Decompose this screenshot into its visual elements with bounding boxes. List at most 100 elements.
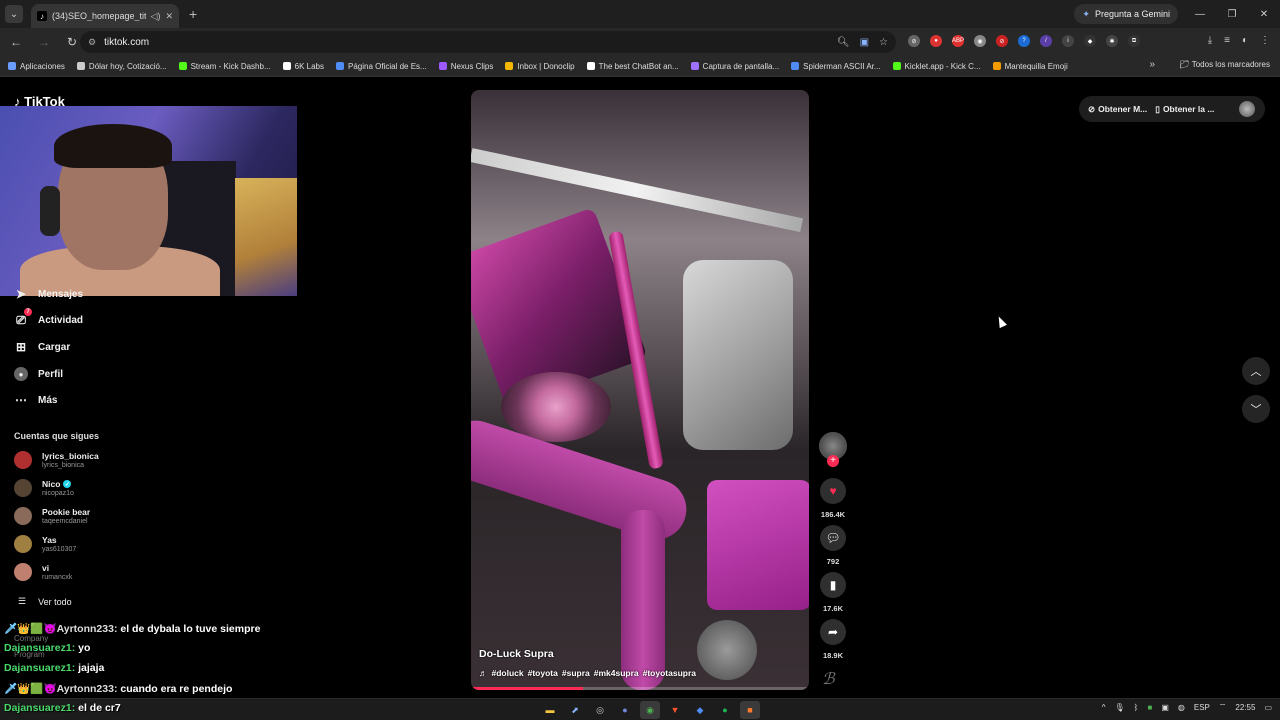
- app-icon[interactable]: ◎: [590, 701, 610, 719]
- menu-kebab-icon[interactable]: ⋮: [1260, 35, 1270, 46]
- steam-icon[interactable]: ■: [740, 701, 760, 719]
- next-video-button[interactable]: ﹀: [1242, 395, 1270, 423]
- more-bookmarks-icon[interactable]: »: [1149, 59, 1155, 70]
- gemini-button[interactable]: ✦ Pregunta a Gemini: [1074, 4, 1178, 24]
- extension-icon[interactable]: /: [1040, 35, 1052, 47]
- following-account[interactable]: vi rumancxk: [14, 563, 72, 581]
- extension-icon[interactable]: ⊘: [996, 35, 1008, 47]
- info-icon[interactable]: i: [1062, 35, 1074, 47]
- video-author-title[interactable]: Do-Luck Supra: [479, 648, 554, 660]
- comment-button[interactable]: 💬︎ 792: [818, 525, 848, 566]
- notifications-icon[interactable]: ▭: [1264, 703, 1272, 712]
- extension-icon[interactable]: ●: [930, 35, 942, 47]
- browser-tab[interactable]: ♪ (34)SEO_homepage_title ◁) ✕: [31, 4, 179, 28]
- following-account[interactable]: Pookie bear taqeemcdaniel: [14, 507, 90, 525]
- microphone-icon[interactable]: 🎙︎: [1115, 703, 1125, 712]
- user-avatar[interactable]: [1239, 101, 1255, 117]
- minimize-button[interactable]: —: [1184, 0, 1216, 28]
- clock[interactable]: 22:55: [1235, 703, 1255, 712]
- previous-video-button[interactable]: ︿: [1242, 357, 1270, 385]
- new-tab-button[interactable]: +: [189, 6, 197, 22]
- tray-app-icon[interactable]: ◍: [1178, 703, 1185, 712]
- more-icon: ⋯: [15, 393, 27, 407]
- nav-profile[interactable]: ● Perfil: [14, 367, 63, 381]
- following-account[interactable]: lyrics_bionica lyrics_bionica: [14, 451, 99, 469]
- app-icon[interactable]: ⬈: [565, 701, 585, 719]
- chevron-up-icon[interactable]: ^: [1102, 703, 1106, 712]
- following-account[interactable]: Nico ✓ nicopaz1o: [14, 479, 74, 497]
- like-button[interactable]: ♥ 186.4K: [818, 478, 848, 519]
- all-bookmarks-button[interactable]: 📁︎ Todos los marcadores: [1180, 60, 1271, 69]
- nav-more[interactable]: ⋯ Más: [14, 393, 57, 407]
- profile-avatar-icon[interactable]: ◐: [1242, 35, 1248, 46]
- nav-upload[interactable]: ⊞ Cargar: [14, 340, 70, 354]
- bookmark-item[interactable]: Nexus Clips: [438, 62, 493, 71]
- close-tab-icon[interactable]: ✕: [165, 11, 173, 22]
- hashtag[interactable]: #doluck: [492, 668, 524, 678]
- bookmark-star-icon[interactable]: ☆: [879, 37, 888, 48]
- bookmark-item[interactable]: Inbox | Donoclip: [505, 62, 575, 71]
- bookmark-item[interactable]: Página Oficial de Es...: [335, 62, 427, 71]
- close-window-button[interactable]: ✕: [1248, 0, 1280, 28]
- nav-activity[interactable]: ⎚ 7 Actividad: [14, 308, 83, 327]
- chat-message: 🗡👑🟩😈Ayrtonn233: cuando era re pendejo: [4, 683, 233, 695]
- get-coins-button[interactable]: ⊘ Obtener M...: [1088, 104, 1147, 115]
- speaker-icon[interactable]: ◁): [151, 11, 161, 22]
- extension-icon[interactable]: ✱: [1106, 35, 1118, 47]
- adblock-icon[interactable]: ABP: [952, 35, 964, 47]
- file-explorer-icon[interactable]: ▬: [540, 701, 560, 719]
- music-disc-icon[interactable]: ℬ: [822, 669, 842, 688]
- bookmark-item[interactable]: 6K Labs: [282, 62, 324, 71]
- bookmark-item[interactable]: Kicklet.app - Kick C...: [892, 62, 981, 71]
- restore-button[interactable]: ❐: [1216, 0, 1248, 28]
- get-app-button[interactable]: ▯ Obtener la ...: [1155, 104, 1214, 115]
- translate-icon[interactable]: ▣: [860, 37, 869, 48]
- following-account[interactable]: Yas yas610307: [14, 535, 76, 553]
- bookmark-item[interactable]: Mantequilla Emoji: [992, 62, 1068, 71]
- video-progress-bar[interactable]: [471, 687, 809, 690]
- bookmark-item[interactable]: Dólar hoy, Cotizació...: [76, 62, 167, 71]
- hashtag[interactable]: #toyotasupra: [643, 668, 696, 678]
- bookmark-apps[interactable]: Aplicaciones: [8, 62, 65, 71]
- site-info-icon[interactable]: ⚙: [88, 37, 96, 48]
- bluetooth-icon[interactable]: ᛒ: [1134, 703, 1139, 712]
- author-avatar-button[interactable]: +: [818, 432, 848, 467]
- brave-icon[interactable]: ▼: [665, 701, 685, 719]
- bookmark-item[interactable]: Captura de pantalla...: [690, 62, 779, 71]
- address-bar[interactable]: ⚙ tiktok.com 🔍︎ ▣ ☆: [80, 31, 896, 53]
- share-button[interactable]: ➦ 18.9K: [818, 619, 848, 660]
- extension-icon[interactable]: ◆: [1084, 35, 1096, 47]
- bookmark-item[interactable]: Spiderman ASCII Ar...: [791, 62, 881, 71]
- reading-list-icon[interactable]: ≡: [1224, 35, 1230, 46]
- network-icon[interactable]: ⌔: [1219, 702, 1227, 712]
- language-indicator[interactable]: ESP: [1194, 703, 1210, 712]
- app-icon[interactable]: ◆: [690, 701, 710, 719]
- tray-app-icon[interactable]: ■: [1147, 703, 1152, 712]
- hashtag[interactable]: #mk4supra: [594, 668, 639, 678]
- video-player[interactable]: Do-Luck Supra ♬ #doluck #toyota #supra #…: [471, 90, 809, 690]
- discord-icon[interactable]: ●: [615, 701, 635, 719]
- hashtag[interactable]: #supra: [562, 668, 590, 678]
- bookmark-item[interactable]: Stream - Kick Dashb...: [178, 62, 271, 71]
- nav-messages[interactable]: ➤ Mensajes: [14, 287, 83, 301]
- download-icon[interactable]: ⤓: [1208, 35, 1212, 46]
- hashtag[interactable]: #toyota: [528, 668, 558, 678]
- coolant-tank: [707, 480, 809, 610]
- see-all-button[interactable]: ☰ Ver todo: [18, 596, 72, 607]
- tab-search-button[interactable]: ⌄: [5, 5, 23, 23]
- tray-app-icon[interactable]: ▣: [1161, 703, 1169, 712]
- forward-button[interactable]: →: [32, 35, 56, 49]
- extension-icon[interactable]: ⊘: [908, 35, 920, 47]
- follow-plus-icon[interactable]: +: [827, 455, 839, 467]
- chrome-icon[interactable]: ◉: [640, 701, 660, 719]
- bookmark-item[interactable]: The best ChatBot an...: [586, 62, 679, 71]
- extension-icon[interactable]: ◉: [974, 35, 986, 47]
- webcam-poster: [235, 178, 297, 296]
- back-button[interactable]: ←: [4, 35, 28, 49]
- save-button[interactable]: ▮ 17.6K: [818, 572, 848, 613]
- extensions-puzzle-icon[interactable]: ⧉: [1128, 35, 1140, 47]
- heart-icon: ♥: [820, 478, 846, 504]
- zoom-icon[interactable]: 🔍︎: [837, 37, 850, 48]
- extension-icon[interactable]: ?: [1018, 35, 1030, 47]
- spotify-icon[interactable]: ●: [715, 701, 735, 719]
